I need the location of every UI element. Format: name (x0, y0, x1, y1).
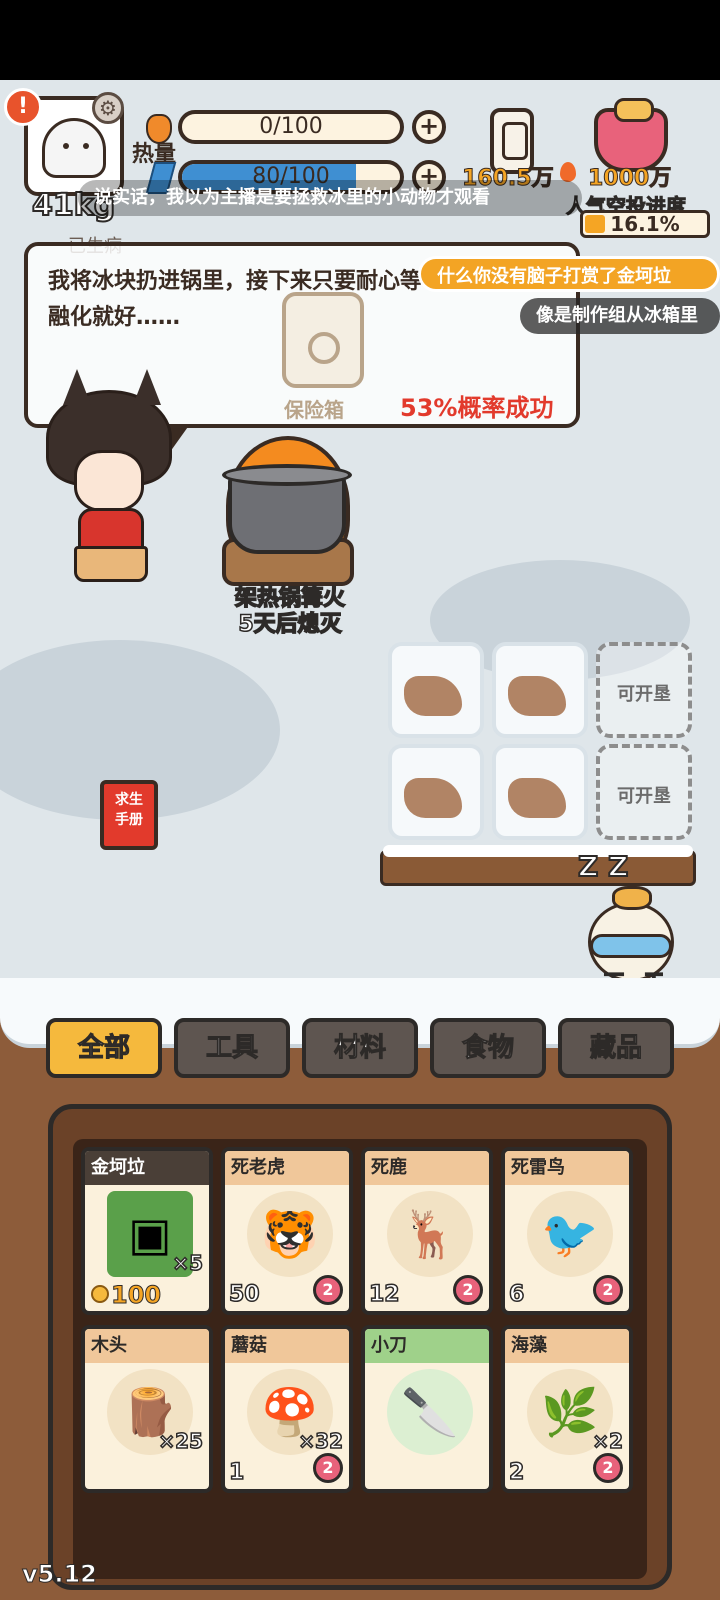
popularity-progress-bar: 16.1% (580, 210, 710, 238)
fire-icon (560, 162, 576, 182)
game-scene: ! ⚙ 41kg 已生病 热量 0/100 + 80/100 + 160.5万 … (0, 80, 720, 1600)
item-quantity: ×32 (298, 1428, 344, 1454)
manual-label-line2: 手册 (115, 812, 143, 828)
item-card[interactable]: 死老虎 🐯 50 2 (221, 1147, 353, 1315)
pot-rim (222, 464, 352, 486)
inventory-inner: 金坷垃 ▣ ×5 100 死老虎 🐯 50 2 死鹿 🦌 12 2 死雷鸟 🐦 … (73, 1139, 647, 1579)
gift-amount: 1000万 (587, 166, 672, 192)
item-card[interactable]: 木头 🪵 ×25 (81, 1325, 213, 1493)
bow-icon (612, 886, 652, 910)
item-name: 死雷鸟 (511, 1157, 565, 1178)
campfire-label: 架热锅篝火 5天后熄灭 (200, 585, 380, 638)
item-quantity: ×5 (172, 1250, 204, 1276)
item-price: 100 (110, 1281, 162, 1310)
item-quantity: ×25 (158, 1428, 204, 1454)
manual-label: 求生 手册 (104, 790, 154, 830)
ptarmigan-icon: 🐦 (527, 1191, 613, 1277)
item-value: 50 (228, 1281, 260, 1308)
player-character[interactable] (40, 369, 180, 590)
item-name: 木头 (91, 1335, 127, 1356)
knife-icon: 🔪 (387, 1369, 473, 1455)
version-label: v5.12 (22, 1560, 98, 1589)
sleep-mask-icon (590, 934, 672, 958)
add-heat-button[interactable]: + (412, 110, 446, 144)
danmaku-comment: 像是制作组从冰箱里 (520, 298, 720, 334)
popularity-progress-text: 16.1% (610, 212, 680, 236)
farm-plot-cultivable[interactable]: 可开垦 (596, 642, 692, 738)
item-name: 金坷垃 (91, 1157, 145, 1178)
tab-collectibles[interactable]: 藏品 (558, 1018, 674, 1078)
item-weight-badge: 2 (313, 1453, 343, 1483)
item-name: 死老虎 (231, 1157, 285, 1178)
item-name: 蘑菇 (231, 1335, 267, 1356)
inventory-tabs: 全部 工具 材料 食物 藏品 (46, 1018, 674, 1082)
tab-all[interactable]: 全部 (46, 1018, 162, 1078)
deer-icon: 🦌 (387, 1191, 473, 1277)
heat-bar: 0/100 (178, 110, 404, 144)
inventory-grid: 金坷垃 ▣ ×5 100 死老虎 🐯 50 2 死鹿 🦌 12 2 死雷鸟 🐦 … (48, 1104, 672, 1590)
item-weight-badge: 2 (453, 1275, 483, 1305)
snow-covered-plot[interactable] (388, 642, 484, 738)
item-value: 6 (508, 1281, 525, 1308)
alert-icon[interactable]: ! (4, 88, 42, 126)
item-card[interactable]: 死雷鸟 🐦 6 2 (501, 1147, 633, 1315)
item-value: 2 (508, 1459, 525, 1486)
item-name: 小刀 (371, 1335, 407, 1356)
character-face (74, 450, 144, 512)
tab-tools[interactable]: 工具 (174, 1018, 290, 1078)
item-card[interactable]: 蘑菇 🍄 ×32 1 2 (221, 1325, 353, 1493)
coin-icon (91, 1285, 109, 1303)
tab-materials[interactable]: 材料 (302, 1018, 418, 1078)
item-card[interactable]: 小刀 🔪 (361, 1325, 493, 1493)
avatar-face (42, 118, 106, 178)
character-skirt (74, 546, 148, 582)
heat-bar-text: 0/100 (259, 114, 323, 139)
safe-icon (282, 292, 364, 388)
plot-label: 可开垦 (617, 684, 671, 705)
campfire-name: 架热锅篝火 (234, 585, 346, 612)
sleep-zzz-icon: Z Z (577, 849, 629, 884)
dialog-text: 我将冰块扔进锅里，接下来只要耐心等它融化就好…… (48, 269, 445, 330)
item-weight-badge: 2 (593, 1275, 623, 1305)
item-weight-badge: 2 (313, 1275, 343, 1305)
tab-food[interactable]: 食物 (430, 1018, 546, 1078)
manual-label-line1: 求生 (115, 792, 143, 808)
gear-icon[interactable]: ⚙ (92, 92, 124, 124)
item-value: 12 (368, 1281, 400, 1308)
farm-plot-cultivable[interactable]: 可开垦 (596, 744, 692, 840)
cooking-pot-icon[interactable] (228, 474, 346, 554)
tiger-icon: 🐯 (247, 1191, 333, 1277)
item-card[interactable]: 死鹿 🦌 12 2 (361, 1147, 493, 1315)
item-weight-badge: 2 (593, 1453, 623, 1483)
success-chance: 53%概率成功 (400, 394, 554, 422)
item-name: 海藻 (511, 1335, 547, 1356)
snow-covered-plot[interactable] (492, 642, 588, 738)
item-value: 1 (228, 1459, 245, 1486)
snow-covered-plot[interactable] (492, 744, 588, 840)
safe-label: 保险箱 (284, 398, 344, 422)
danmaku-comment-highlight: 什么你没有脑子打赏了金坷垃 (418, 256, 720, 292)
plot-label: 可开垦 (617, 786, 671, 807)
snow-covered-plot[interactable] (388, 744, 484, 840)
item-quantity: ×2 (592, 1428, 624, 1454)
campfire-remaining: 5天后熄灭 (238, 611, 343, 638)
item-card[interactable]: 海藻 🌿 ×2 2 2 (501, 1325, 633, 1493)
danmaku-comment: 说实话，我以为主播是要拯救冰里的小动物才观看 (78, 180, 582, 216)
survival-manual-button[interactable]: 求生 手册 (100, 780, 158, 850)
item-card[interactable]: 金坷垃 ▣ ×5 100 (81, 1147, 213, 1315)
status-bar (0, 0, 720, 80)
item-name: 死鹿 (371, 1157, 407, 1178)
